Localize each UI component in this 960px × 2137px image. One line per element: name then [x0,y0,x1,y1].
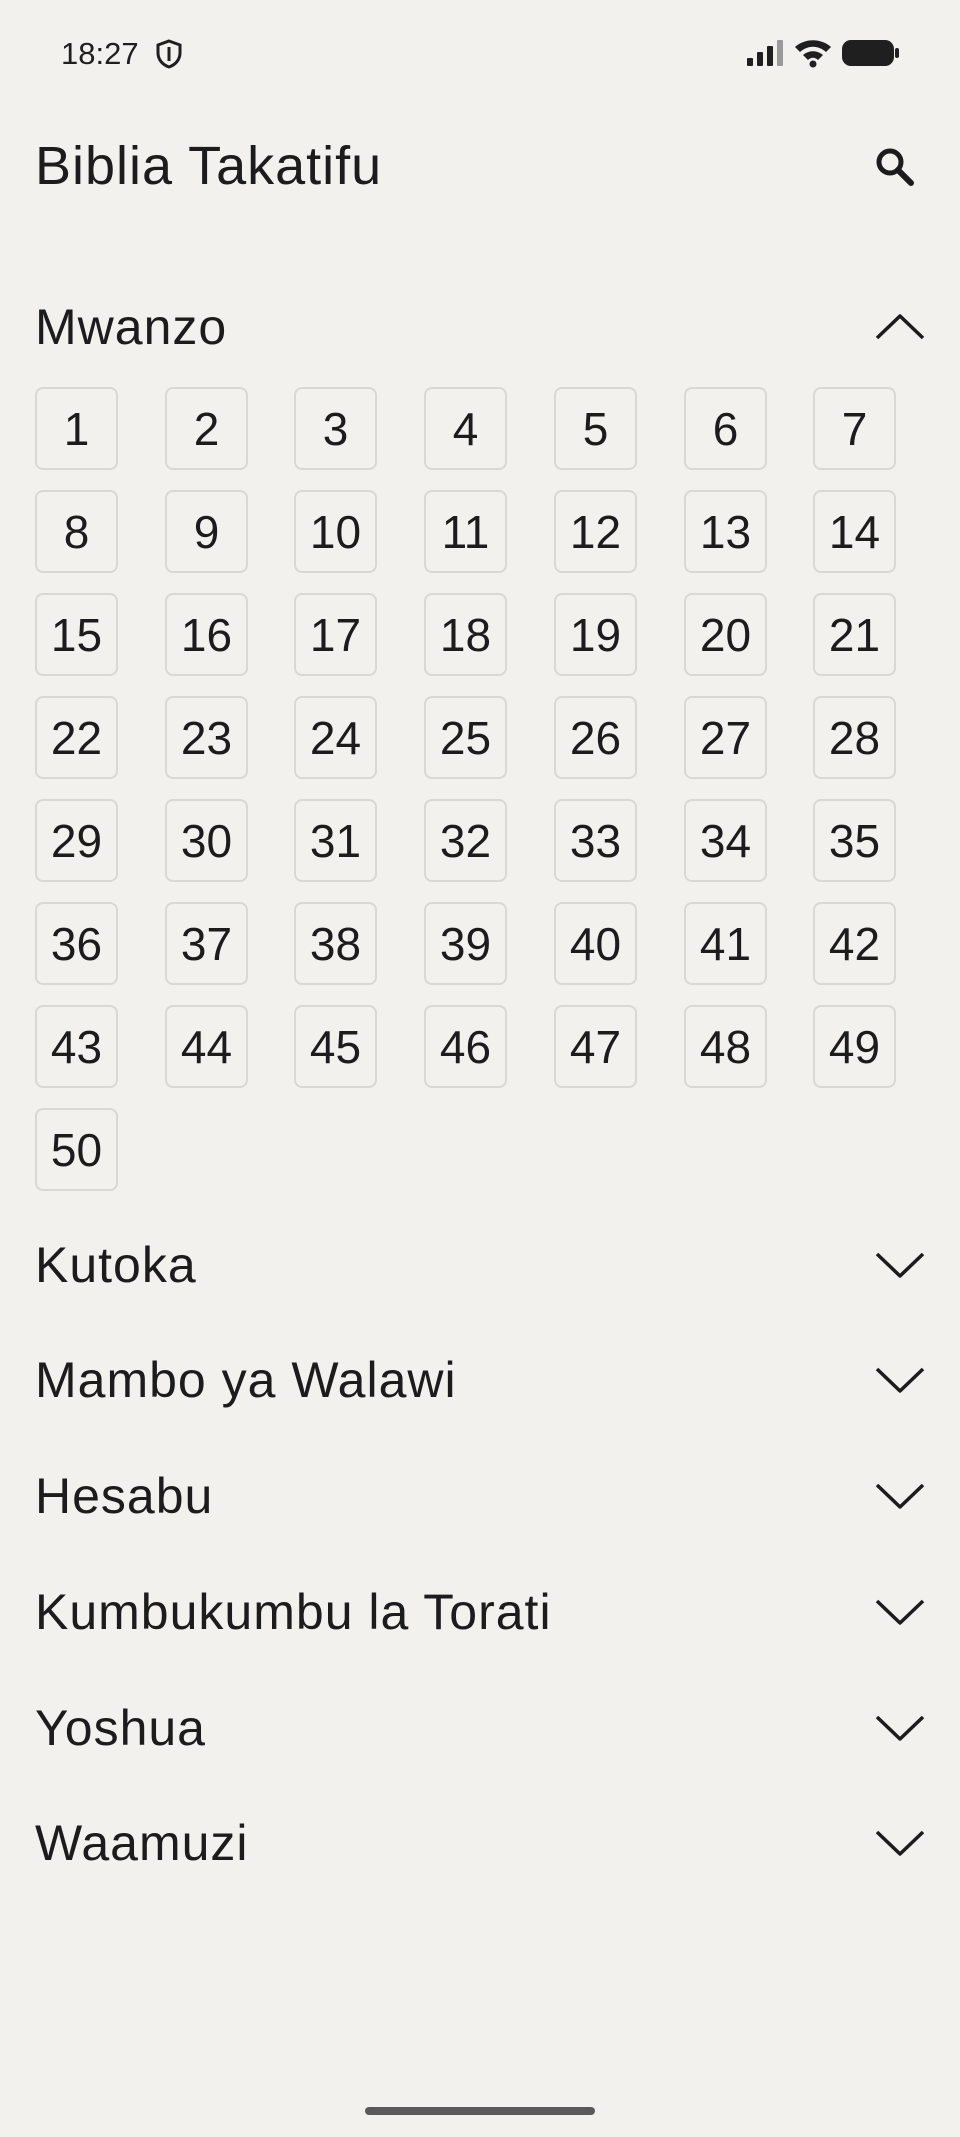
chevron-down-icon [875,1483,925,1509]
chapter-button[interactable]: 42 [813,902,896,985]
book-header-mambo-ya-walawi[interactable]: Mambo ya Walawi [0,1340,960,1420]
chapter-button[interactable]: 48 [684,1005,767,1088]
chapter-button[interactable]: 40 [554,902,637,985]
book-header-yoshua[interactable]: Yoshua [0,1688,960,1768]
chapter-button[interactable]: 22 [35,696,118,779]
chapter-button[interactable]: 46 [424,1005,507,1088]
chapter-button[interactable]: 18 [424,593,507,676]
book-header-kumbukumbu-la-torati[interactable]: Kumbukumbu la Torati [0,1572,960,1652]
chapter-button[interactable]: 49 [813,1005,896,1088]
chapter-button[interactable]: 14 [813,490,896,573]
book-header-hesabu[interactable]: Hesabu [0,1456,960,1536]
chapter-button[interactable]: 37 [165,902,248,985]
book-header-mwanzo[interactable]: Mwanzo [0,287,960,367]
home-indicator[interactable] [365,2107,595,2115]
chapter-button[interactable]: 44 [165,1005,248,1088]
chapter-button[interactable]: 13 [684,490,767,573]
search-button[interactable] [868,140,920,192]
chapter-button[interactable]: 35 [813,799,896,882]
chevron-down-icon [875,1715,925,1741]
chapter-button[interactable]: 6 [684,387,767,470]
wifi-icon [795,40,831,68]
chapter-button[interactable]: 17 [294,593,377,676]
chapter-button[interactable]: 2 [165,387,248,470]
book-title: Kutoka [35,1237,197,1293]
chapter-button[interactable]: 29 [35,799,118,882]
chevron-up-icon [875,314,925,340]
chevron-down-icon [875,1599,925,1625]
chapter-button[interactable]: 50 [35,1108,118,1191]
chapter-button[interactable]: 21 [813,593,896,676]
book-title: Mwanzo [35,299,228,355]
chevron-down-icon [875,1367,925,1393]
battery-icon [842,40,899,66]
chapter-button[interactable]: 23 [165,696,248,779]
chapter-button[interactable]: 7 [813,387,896,470]
chapter-button[interactable]: 12 [554,490,637,573]
chapter-button[interactable]: 28 [813,696,896,779]
status-bar: 18:27 [0,0,960,100]
book-title: Mambo ya Walawi [35,1352,457,1408]
search-icon [876,148,914,186]
chapter-button[interactable]: 27 [684,696,767,779]
chapter-button[interactable]: 8 [35,490,118,573]
chapter-button[interactable]: 10 [294,490,377,573]
chapter-button[interactable]: 4 [424,387,507,470]
chapter-button[interactable]: 24 [294,696,377,779]
chapter-button[interactable]: 19 [554,593,637,676]
chapter-button[interactable]: 3 [294,387,377,470]
chapter-button[interactable]: 38 [294,902,377,985]
chapter-button[interactable]: 16 [165,593,248,676]
chapter-button[interactable]: 34 [684,799,767,882]
chapter-button[interactable]: 41 [684,902,767,985]
chapter-button[interactable]: 25 [424,696,507,779]
chapter-button[interactable]: 5 [554,387,637,470]
chapter-button[interactable]: 30 [165,799,248,882]
chapter-button[interactable]: 1 [35,387,118,470]
chapter-button[interactable]: 33 [554,799,637,882]
book-header-kutoka[interactable]: Kutoka [0,1225,960,1305]
book-header-waamuzi[interactable]: Waamuzi [0,1803,960,1883]
chevron-down-icon [875,1830,925,1856]
chapter-button[interactable]: 36 [35,902,118,985]
chapter-button[interactable]: 32 [424,799,507,882]
book-title: Waamuzi [35,1815,249,1871]
chapter-button[interactable]: 45 [294,1005,377,1088]
book-title: Hesabu [35,1468,214,1524]
shield-icon [156,39,182,69]
chapter-button[interactable]: 11 [424,490,507,573]
signal-icon [747,40,783,66]
book-title: Yoshua [35,1700,206,1756]
chapter-button[interactable]: 9 [165,490,248,573]
chapter-button[interactable]: 20 [684,593,767,676]
chapter-button[interactable]: 26 [554,696,637,779]
chapter-button[interactable]: 39 [424,902,507,985]
status-time: 18:27 [61,36,139,71]
chapter-button[interactable]: 15 [35,593,118,676]
chapter-button[interactable]: 47 [554,1005,637,1088]
book-title: Kumbukumbu la Torati [35,1584,552,1640]
chevron-down-icon [875,1252,925,1278]
chapter-button[interactable]: 31 [294,799,377,882]
page-title: Biblia Takatifu [35,136,383,196]
chapter-button[interactable]: 43 [35,1005,118,1088]
